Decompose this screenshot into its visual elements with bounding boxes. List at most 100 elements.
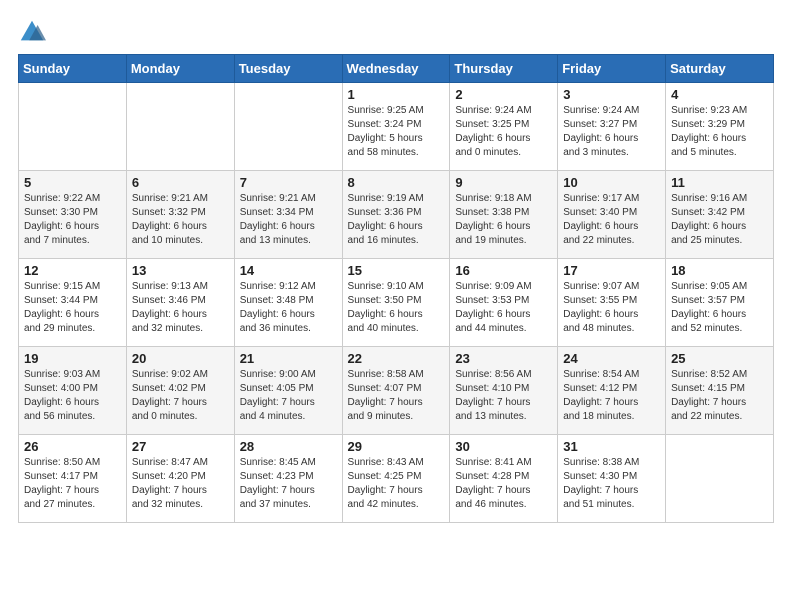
day-number: 28 <box>240 439 337 454</box>
day-info: Sunrise: 9:00 AM Sunset: 4:05 PM Dayligh… <box>240 368 337 424</box>
day-cell <box>126 83 234 171</box>
day-number: 10 <box>563 175 660 190</box>
header <box>18 18 774 46</box>
day-cell: 1 Sunrise: 9:25 AM Sunset: 3:24 PM Daylig… <box>342 83 450 171</box>
day-number: 12 <box>24 263 121 278</box>
day-cell: 27 Sunrise: 8:47 AM Sunset: 4:20 PM Dayli… <box>126 435 234 523</box>
day-number: 25 <box>671 351 768 366</box>
day-number: 16 <box>455 263 552 278</box>
day-cell: 7 Sunrise: 9:21 AM Sunset: 3:34 PM Daylig… <box>234 171 342 259</box>
day-cell: 30 Sunrise: 8:41 AM Sunset: 4:28 PM Dayli… <box>450 435 558 523</box>
day-number: 19 <box>24 351 121 366</box>
day-info: Sunrise: 9:19 AM Sunset: 3:36 PM Dayligh… <box>348 192 445 248</box>
day-info: Sunrise: 8:58 AM Sunset: 4:07 PM Dayligh… <box>348 368 445 424</box>
day-info: Sunrise: 9:17 AM Sunset: 3:40 PM Dayligh… <box>563 192 660 248</box>
day-cell: 4 Sunrise: 9:23 AM Sunset: 3:29 PM Daylig… <box>666 83 774 171</box>
day-cell: 8 Sunrise: 9:19 AM Sunset: 3:36 PM Daylig… <box>342 171 450 259</box>
day-cell: 16 Sunrise: 9:09 AM Sunset: 3:53 PM Dayli… <box>450 259 558 347</box>
calendar: SundayMondayTuesdayWednesdayThursdayFrid… <box>18 54 774 523</box>
day-info: Sunrise: 9:15 AM Sunset: 3:44 PM Dayligh… <box>24 280 121 336</box>
day-info: Sunrise: 9:21 AM Sunset: 3:34 PM Dayligh… <box>240 192 337 248</box>
day-cell: 28 Sunrise: 8:45 AM Sunset: 4:23 PM Dayli… <box>234 435 342 523</box>
day-info: Sunrise: 9:09 AM Sunset: 3:53 PM Dayligh… <box>455 280 552 336</box>
day-number: 20 <box>132 351 229 366</box>
day-info: Sunrise: 9:02 AM Sunset: 4:02 PM Dayligh… <box>132 368 229 424</box>
day-cell: 3Sunrise: 9:24 AM Sunset: 3:27 PM Daylig… <box>558 83 666 171</box>
day-cell: 15Sunrise: 9:10 AM Sunset: 3:50 PM Dayli… <box>342 259 450 347</box>
day-number: 4 <box>671 87 768 102</box>
day-info: Sunrise: 8:52 AM Sunset: 4:15 PM Dayligh… <box>671 368 768 424</box>
weekday-wednesday: Wednesday <box>342 55 450 83</box>
day-info: Sunrise: 8:45 AM Sunset: 4:23 PM Dayligh… <box>240 456 337 512</box>
day-number: 27 <box>132 439 229 454</box>
day-number: 9 <box>455 175 552 190</box>
day-number: 30 <box>455 439 552 454</box>
day-info: Sunrise: 9:13 AM Sunset: 3:46 PM Dayligh… <box>132 280 229 336</box>
day-number: 8 <box>348 175 445 190</box>
day-cell: 24Sunrise: 8:54 AM Sunset: 4:12 PM Dayli… <box>558 347 666 435</box>
day-cell: 11 Sunrise: 9:16 AM Sunset: 3:42 PM Dayli… <box>666 171 774 259</box>
day-cell: 22Sunrise: 8:58 AM Sunset: 4:07 PM Dayli… <box>342 347 450 435</box>
day-cell: 20 Sunrise: 9:02 AM Sunset: 4:02 PM Dayli… <box>126 347 234 435</box>
day-info: Sunrise: 9:18 AM Sunset: 3:38 PM Dayligh… <box>455 192 552 248</box>
day-number: 1 <box>348 87 445 102</box>
page: SundayMondayTuesdayWednesdayThursdayFrid… <box>0 0 792 612</box>
day-number: 26 <box>24 439 121 454</box>
day-cell: 23 Sunrise: 8:56 AM Sunset: 4:10 PM Dayli… <box>450 347 558 435</box>
day-number: 7 <box>240 175 337 190</box>
day-cell: 31 Sunrise: 8:38 AM Sunset: 4:30 PM Dayli… <box>558 435 666 523</box>
day-cell: 13 Sunrise: 9:13 AM Sunset: 3:46 PM Dayli… <box>126 259 234 347</box>
day-info: Sunrise: 9:21 AM Sunset: 3:32 PM Dayligh… <box>132 192 229 248</box>
day-cell: 9 Sunrise: 9:18 AM Sunset: 3:38 PM Daylig… <box>450 171 558 259</box>
day-cell: 14Sunrise: 9:12 AM Sunset: 3:48 PM Dayli… <box>234 259 342 347</box>
weekday-saturday: Saturday <box>666 55 774 83</box>
day-info: Sunrise: 9:24 AM Sunset: 3:25 PM Dayligh… <box>455 104 552 160</box>
day-info: Sunrise: 8:56 AM Sunset: 4:10 PM Dayligh… <box>455 368 552 424</box>
weekday-friday: Friday <box>558 55 666 83</box>
day-info: Sunrise: 9:25 AM Sunset: 3:24 PM Dayligh… <box>348 104 445 160</box>
day-number: 24 <box>563 351 660 366</box>
logo <box>18 18 48 46</box>
day-number: 29 <box>348 439 445 454</box>
day-number: 13 <box>132 263 229 278</box>
weekday-sunday: Sunday <box>19 55 127 83</box>
day-info: Sunrise: 8:50 AM Sunset: 4:17 PM Dayligh… <box>24 456 121 512</box>
day-number: 18 <box>671 263 768 278</box>
day-cell <box>666 435 774 523</box>
day-info: Sunrise: 9:10 AM Sunset: 3:50 PM Dayligh… <box>348 280 445 336</box>
day-cell: 19 Sunrise: 9:03 AM Sunset: 4:00 PM Dayli… <box>19 347 127 435</box>
day-number: 17 <box>563 263 660 278</box>
day-number: 23 <box>455 351 552 366</box>
day-cell: 18 Sunrise: 9:05 AM Sunset: 3:57 PM Dayli… <box>666 259 774 347</box>
day-number: 31 <box>563 439 660 454</box>
day-cell: 5Sunrise: 9:22 AM Sunset: 3:30 PM Daylig… <box>19 171 127 259</box>
day-cell: 25 Sunrise: 8:52 AM Sunset: 4:15 PM Dayli… <box>666 347 774 435</box>
day-number: 11 <box>671 175 768 190</box>
day-cell: 26 Sunrise: 8:50 AM Sunset: 4:17 PM Dayli… <box>19 435 127 523</box>
day-info: Sunrise: 9:03 AM Sunset: 4:00 PM Dayligh… <box>24 368 121 424</box>
day-info: Sunrise: 9:22 AM Sunset: 3:30 PM Dayligh… <box>24 192 121 248</box>
weekday-thursday: Thursday <box>450 55 558 83</box>
week-row-3: 12 Sunrise: 9:15 AM Sunset: 3:44 PM Dayli… <box>19 259 774 347</box>
day-number: 2 <box>455 87 552 102</box>
weekday-monday: Monday <box>126 55 234 83</box>
day-info: Sunrise: 9:07 AM Sunset: 3:55 PM Dayligh… <box>563 280 660 336</box>
logo-icon <box>18 18 46 46</box>
day-info: Sunrise: 8:43 AM Sunset: 4:25 PM Dayligh… <box>348 456 445 512</box>
day-info: Sunrise: 9:16 AM Sunset: 3:42 PM Dayligh… <box>671 192 768 248</box>
day-cell: 12 Sunrise: 9:15 AM Sunset: 3:44 PM Dayli… <box>19 259 127 347</box>
day-cell <box>234 83 342 171</box>
day-info: Sunrise: 9:23 AM Sunset: 3:29 PM Dayligh… <box>671 104 768 160</box>
weekday-header-row: SundayMondayTuesdayWednesdayThursdayFrid… <box>19 55 774 83</box>
day-cell: 2 Sunrise: 9:24 AM Sunset: 3:25 PM Daylig… <box>450 83 558 171</box>
day-info: Sunrise: 8:41 AM Sunset: 4:28 PM Dayligh… <box>455 456 552 512</box>
day-info: Sunrise: 9:05 AM Sunset: 3:57 PM Dayligh… <box>671 280 768 336</box>
week-row-2: 5Sunrise: 9:22 AM Sunset: 3:30 PM Daylig… <box>19 171 774 259</box>
week-row-4: 19 Sunrise: 9:03 AM Sunset: 4:00 PM Dayli… <box>19 347 774 435</box>
day-info: Sunrise: 8:47 AM Sunset: 4:20 PM Dayligh… <box>132 456 229 512</box>
day-number: 21 <box>240 351 337 366</box>
day-info: Sunrise: 9:24 AM Sunset: 3:27 PM Dayligh… <box>563 104 660 160</box>
day-cell <box>19 83 127 171</box>
day-info: Sunrise: 8:38 AM Sunset: 4:30 PM Dayligh… <box>563 456 660 512</box>
weekday-tuesday: Tuesday <box>234 55 342 83</box>
